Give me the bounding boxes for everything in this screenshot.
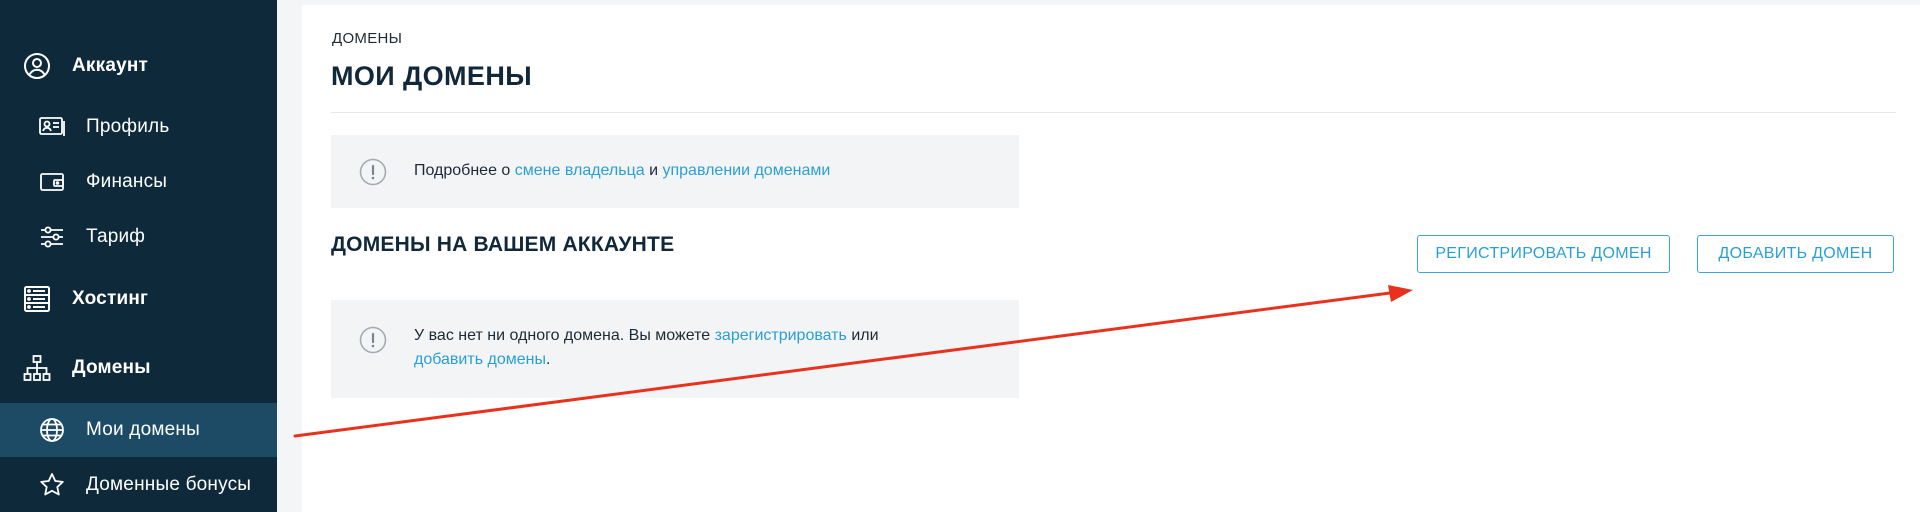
empty-notice-prefix: У вас нет ни одного домена. Вы можете [414,327,715,344]
register-domain-link[interactable]: зарегистрировать [715,327,847,344]
add-domain-button[interactable]: ДОБАВИТЬ ДОМЕН [1697,235,1894,273]
empty-notice-suffix: . [545,351,551,368]
exclamation-circle-icon [359,158,387,186]
main-panel: ДОМЕНЫ МОИ ДОМЕНЫ Подробнее о смене влад… [302,5,1920,512]
empty-domains-notice: У вас нет ни одного домена. Вы можете за… [331,300,1019,398]
info-notice-text: Подробнее о смене владельца и управлении… [414,159,830,183]
sidebar-item-label: Аккаунт [72,55,149,76]
section-heading: ДОМЕНЫ НА ВАШЕМ АККАУНТЕ [331,233,675,256]
sliders-icon [37,222,67,252]
sidebar-item-account[interactable]: Аккаунт [0,39,277,93]
divider [331,112,1896,113]
sitemap-icon [22,353,52,383]
sidebar-item-finances[interactable]: Финансы [0,155,277,209]
owner-change-link[interactable]: смене владельца [515,162,645,179]
star-icon [37,470,67,500]
empty-notice-conjunction: или [846,327,879,344]
sidebar-item-label: Профиль [86,116,170,137]
sidebar-item-label: Тариф [86,226,146,247]
info-notice-prefix: Подробнее о [414,162,515,179]
exclamation-circle-icon [359,326,387,354]
sidebar-item-label: Мои домены [86,419,200,440]
sidebar-item-hosting[interactable]: Хостинг [0,272,277,326]
info-notice: Подробнее о смене владельца и управлении… [331,135,1019,208]
breadcrumb: ДОМЕНЫ [332,30,403,47]
user-circle-icon [22,51,52,81]
sidebar-item-my-domains[interactable]: Мои домены [0,403,277,457]
id-card-icon [37,112,67,142]
domain-management-link[interactable]: управлении доменами [662,162,830,179]
app-window: Аккаунт Профиль Финансы Тариф Хостинг До… [0,0,1920,512]
sidebar-item-label: Финансы [86,171,168,192]
server-icon [22,284,52,314]
sidebar-item-profile[interactable]: Профиль [0,100,277,154]
empty-domains-text: У вас нет ни одного домена. Вы можете за… [414,324,879,372]
sidebar: Аккаунт Профиль Финансы Тариф Хостинг До… [0,0,277,512]
sidebar-item-domains[interactable]: Домены [0,341,277,395]
wallet-icon [37,167,67,197]
info-notice-conjunction: и [644,162,663,179]
sidebar-item-domain-bonuses[interactable]: Доменные бонусы [0,458,277,512]
sidebar-item-label: Домены [72,357,151,378]
register-domain-button[interactable]: РЕГИСТРИРОВАТЬ ДОМЕН [1417,235,1670,273]
sidebar-item-label: Хостинг [72,288,149,309]
sidebar-item-tariff[interactable]: Тариф [0,210,277,264]
sidebar-item-label: Доменные бонусы [86,474,252,495]
page-title: МОИ ДОМЕНЫ [331,61,533,91]
globe-icon [37,415,67,445]
add-domains-link[interactable]: добавить домены [414,351,546,368]
